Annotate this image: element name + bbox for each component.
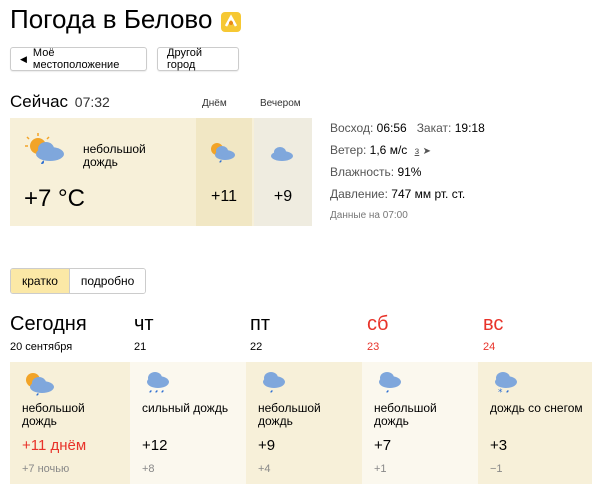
wind-label: Ветер: bbox=[330, 143, 367, 157]
my-location-button[interactable]: ◀ Моё местоположение bbox=[10, 47, 147, 71]
day-name: чт bbox=[134, 313, 154, 335]
current-condition: небольшой дождь bbox=[83, 142, 146, 169]
forecast-fri[interactable]: небольшой дождь +9 +4 bbox=[246, 362, 362, 484]
day-name: сб bbox=[367, 313, 389, 335]
now-heading: Сейчас 07:32 bbox=[10, 92, 110, 112]
forecast-temp-night: +4 bbox=[258, 463, 271, 475]
pressure-value: 747 мм рт. ст. bbox=[391, 187, 466, 201]
forecast-condition: небольшой дождь bbox=[22, 401, 85, 428]
sunset-label: Закат: bbox=[416, 121, 452, 135]
evening-column-label: Вечером bbox=[260, 98, 301, 109]
evening-forecast-cell: +9 bbox=[254, 118, 312, 226]
other-city-button[interactable]: Другой город bbox=[157, 47, 239, 71]
sunset-value: 19:18 bbox=[454, 121, 485, 135]
day-date: 21 bbox=[134, 341, 147, 353]
humidity-value: 91% bbox=[397, 165, 422, 179]
forecast-temp-day: +9 bbox=[258, 437, 276, 454]
forecast-condition: небольшой дождь bbox=[258, 401, 321, 428]
humidity-row: Влажность: 91% bbox=[330, 162, 485, 184]
forecast-thu[interactable]: сильный дождь +12 +8 bbox=[130, 362, 246, 484]
page-title: Погода в Белово bbox=[10, 4, 242, 35]
day-heading-sat[interactable]: сб 23 bbox=[367, 313, 388, 353]
humidity-label: Влажность: bbox=[330, 165, 395, 179]
pressure-label: Давление: bbox=[330, 187, 388, 201]
wind-value: 1,6 м/с bbox=[369, 143, 408, 157]
weather-details: Восход: 06:56 Закат: 19:18 Ветер: 1,6 м/… bbox=[330, 118, 485, 228]
cloud-rain-icon bbox=[258, 370, 288, 403]
cloud-snow-rain-icon: * bbox=[490, 370, 520, 403]
day-forecast-cell: +11 bbox=[196, 118, 252, 226]
sun-cloud-rain-icon bbox=[22, 370, 56, 405]
location-arrow-icon: ◀ bbox=[20, 53, 27, 64]
tab-short[interactable]: кратко bbox=[11, 269, 70, 293]
day-name: пт bbox=[250, 313, 270, 335]
current-weather-main: небольшой дождь +7 °C bbox=[10, 118, 194, 226]
cloud-icon bbox=[267, 144, 295, 167]
now-time: 07:32 bbox=[74, 94, 110, 110]
forecast-temp-day: +3 bbox=[490, 437, 508, 454]
day-heading-thu[interactable]: чт 21 bbox=[134, 313, 154, 353]
day-name: вс bbox=[483, 313, 504, 335]
day-heading-today[interactable]: Сегодня 20 сентября bbox=[10, 313, 87, 353]
page-title-text: Погода в Белово bbox=[10, 4, 213, 34]
now-label: Сейчас bbox=[10, 92, 69, 111]
day-temperature: +11 bbox=[211, 188, 237, 205]
day-date: 24 bbox=[483, 341, 496, 353]
current-weather-panel: небольшой дождь +7 °C +11 +9 bbox=[10, 118, 312, 226]
cloud-heavy-rain-icon bbox=[142, 370, 172, 403]
svg-text:*: * bbox=[498, 388, 503, 398]
my-location-label: Моё местоположение bbox=[32, 47, 120, 71]
forecast-temp-night: −1 bbox=[490, 463, 503, 475]
evening-temperature: +9 bbox=[273, 188, 293, 205]
day-name: Сегодня bbox=[10, 313, 87, 335]
forecast-temp-day: +12 bbox=[142, 437, 168, 454]
forecast-condition: сильный дождь bbox=[142, 401, 229, 415]
day-heading-fri[interactable]: пт 22 bbox=[250, 313, 270, 353]
forecast-temp-night: +7 ночью bbox=[22, 463, 70, 475]
sun-cloud-rain-icon bbox=[24, 132, 68, 173]
forecast-condition: дождь со снегом bbox=[490, 401, 583, 415]
forecast-temp-night: +8 bbox=[142, 463, 155, 475]
forecast-temp-day: +7 bbox=[374, 437, 392, 454]
day-date: 22 bbox=[250, 341, 263, 353]
current-temperature: +7 °C bbox=[24, 185, 85, 212]
other-city-label: Другой город bbox=[167, 47, 202, 71]
tab-detailed[interactable]: подробно bbox=[69, 269, 146, 293]
sunrise-value: 06:56 bbox=[376, 121, 407, 135]
forecast-sun[interactable]: * дождь со снегом +3 −1 bbox=[478, 362, 592, 484]
forecast-temp-night: +1 bbox=[374, 463, 387, 475]
pressure-row: Давление: 747 мм рт. ст. bbox=[330, 184, 485, 206]
wind-row: Ветер: 1,6 м/с з ➤ bbox=[330, 140, 485, 162]
sun-times: Восход: 06:56 Закат: 19:18 bbox=[330, 118, 485, 140]
sunrise-label: Восход: bbox=[330, 121, 374, 135]
forecast-sat[interactable]: небольшой дождь +7 +1 bbox=[362, 362, 478, 484]
forecast-today[interactable]: небольшой дождь +11 днём +7 ночью bbox=[10, 362, 130, 484]
sun-cloud-rain-icon bbox=[207, 140, 237, 171]
forecast-condition: небольшой дождь bbox=[374, 401, 437, 428]
day-column-label: Днём bbox=[202, 98, 227, 109]
cloud-rain-icon bbox=[374, 370, 404, 403]
yandex-logo-icon[interactable] bbox=[220, 9, 242, 32]
data-timestamp: Данные на 07:00 bbox=[330, 210, 408, 221]
wind-arrow-icon: ➤ bbox=[422, 146, 431, 157]
forecast-panel: небольшой дождь +11 днём +7 ночью сильны… bbox=[10, 362, 592, 484]
wind-direction[interactable]: з bbox=[415, 146, 420, 157]
forecast-view-tabs: кратко подробно bbox=[10, 268, 147, 294]
day-heading-sun[interactable]: вс 24 bbox=[483, 313, 503, 353]
forecast-temp-day: +11 днём bbox=[22, 437, 87, 454]
day-date: 23 bbox=[367, 341, 380, 353]
day-date: 20 сентября bbox=[10, 341, 73, 353]
